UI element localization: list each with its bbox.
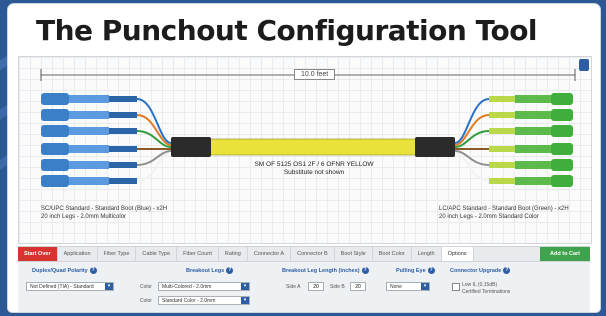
cable-label: SM OF 5125 OS1 2F / 6 OFNR YELLOW Substi…: [234, 161, 394, 177]
chevron-down-icon: ▾: [105, 283, 113, 290]
breakout-group-title: Breakout Legs?: [186, 267, 234, 274]
left-note-line2: 20 inch Legs - 2.0mm Multicolor: [41, 214, 127, 220]
tab-connector-a[interactable]: Connector A: [248, 247, 292, 261]
right-note-line1: LC/APC Standard - Standard Boot (Green) …: [439, 206, 569, 212]
legs-a-label: Side A: [286, 284, 301, 290]
help-icon[interactable]: ?: [89, 267, 97, 274]
right-legs: [454, 98, 490, 182]
options-panel: Duplex/Quad Polarity? Not Defined (TIA) …: [18, 262, 590, 312]
legs-a-input[interactable]: 20: [308, 282, 324, 291]
left-connector-note: SC/UPC Standard - Standard Boot (Blue) -…: [41, 205, 167, 221]
step-tabs: Start Over Application Fiber Type Cable …: [18, 246, 590, 262]
left-connectors: [41, 93, 137, 187]
chevron-down-icon: ▾: [421, 283, 429, 290]
cable-label-line2: Substitute not shown: [283, 169, 345, 176]
legs-group-title: Breakout Leg Length (inches)?: [282, 267, 369, 274]
upgrade-label: Low IL (0.15dB) Certified Terminations: [462, 282, 511, 295]
tab-fiber-type[interactable]: Fiber Type: [98, 247, 137, 261]
help-icon[interactable]: ?: [503, 267, 511, 274]
connector-upgrade-title: Connector Upgrade?: [450, 267, 511, 274]
cable-diagram: 10.0 feet SM OF 5125 OS1 2F / 6 OFNR YEL…: [18, 56, 592, 244]
left-note-line1: SC/UPC Standard - Standard Boot (Blue) -…: [41, 206, 168, 212]
page-title: The Punchout Configuration Tool: [36, 14, 538, 47]
pulling-eye-select[interactable]: None ▾: [386, 282, 430, 291]
tab-start-over[interactable]: Start Over: [18, 247, 58, 261]
help-icon[interactable]: ?: [361, 267, 369, 274]
tab-boot-style[interactable]: Boot Style: [335, 247, 373, 261]
legs-b-input[interactable]: 20: [350, 282, 366, 291]
breakout-a-select[interactable]: Multi-Colored - 2.0mm ▾: [158, 282, 250, 291]
tab-connector-b[interactable]: Connector B: [291, 247, 335, 261]
tab-fiber-count[interactable]: Fiber Count: [177, 247, 219, 261]
tab-application[interactable]: Application: [58, 247, 98, 261]
configurator-window: The Punchout Configuration Tool 10.0 fee…: [8, 4, 600, 312]
chevron-down-icon: ▾: [241, 297, 249, 304]
breakout-b-label: Color: [140, 298, 152, 304]
tab-rating[interactable]: Rating: [219, 247, 248, 261]
legs-b-label: Side B: [330, 284, 345, 290]
polarity-select[interactable]: Not Defined (TIA) - Standard ▾: [26, 282, 114, 291]
tab-length[interactable]: Length: [412, 247, 442, 261]
breakout-a-label: Color: [140, 284, 152, 290]
length-label: 10.0 feet: [294, 69, 336, 80]
tab-cable-type[interactable]: Cable Type: [136, 247, 178, 261]
help-icon[interactable]: ?: [226, 267, 234, 274]
tab-boot-color[interactable]: Boot Color: [373, 247, 412, 261]
right-note-line2: 20 inch Legs - 2.0mm Standard Color: [439, 214, 539, 220]
upgrade-checkbox[interactable]: [452, 283, 460, 291]
help-icon[interactable]: ?: [427, 267, 435, 274]
add-to-cart-button[interactable]: Add to Cart: [540, 247, 590, 261]
pulling-eye-title: Pulling Eye?: [396, 267, 435, 274]
right-connectors: [489, 93, 573, 187]
left-legs: [136, 98, 172, 182]
polarity-group-title: Duplex/Quad Polarity?: [32, 267, 97, 274]
chevron-down-icon: ▾: [241, 283, 249, 290]
cable-label-line1: SM OF 5125 OS1 2F / 6 OFNR YELLOW: [254, 161, 374, 168]
tab-options[interactable]: Options: [441, 247, 474, 261]
breakout-b-select[interactable]: Standard Color - 2.0mm ▾: [158, 296, 250, 305]
right-connector-note: LC/APC Standard - Standard Boot (Green) …: [439, 205, 569, 221]
